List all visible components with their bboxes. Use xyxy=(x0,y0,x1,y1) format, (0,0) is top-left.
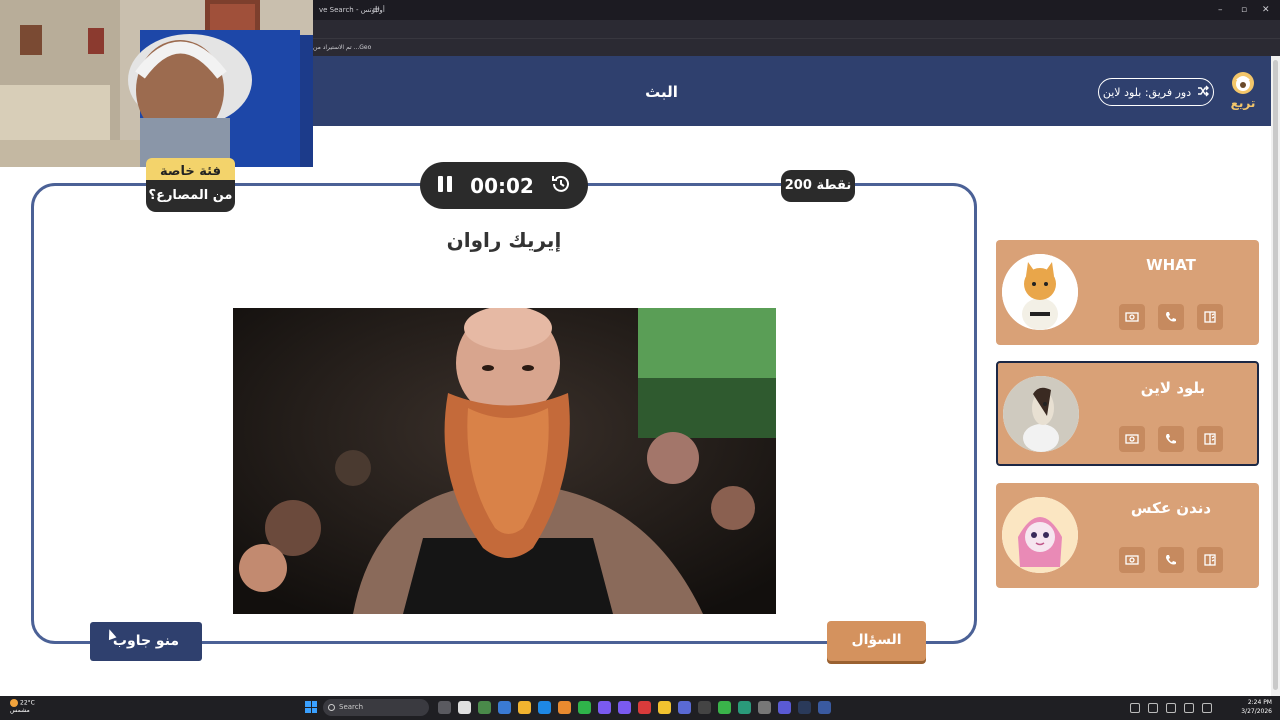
tray-icon[interactable] xyxy=(1130,703,1140,713)
cat-avatar-icon xyxy=(1002,254,1078,330)
app-icon[interactable] xyxy=(558,701,571,714)
shuffle-icon xyxy=(1197,85,1210,100)
clock-time: 2:24 PM xyxy=(1247,699,1272,706)
category-label: فئة خاصة xyxy=(146,158,235,180)
windows-start-icon[interactable] xyxy=(305,701,317,713)
phone-lifeline-icon[interactable] xyxy=(1158,547,1184,573)
team-name: بلود لاين xyxy=(1140,379,1206,397)
weather-temp: 22°C xyxy=(20,699,35,707)
app-icon[interactable] xyxy=(498,701,511,714)
app-icon[interactable] xyxy=(738,701,751,714)
webcam-overlay xyxy=(0,0,313,167)
volume-icon[interactable] xyxy=(1184,703,1194,713)
answer-hint-lifeline-icon[interactable] xyxy=(1197,547,1223,573)
double-points-lifeline[interactable] xyxy=(1119,547,1145,573)
clock[interactable]: 2:24 PM 3/27/2026 xyxy=(1241,698,1272,716)
app-icon[interactable] xyxy=(758,701,771,714)
question-button[interactable]: السؤال xyxy=(827,621,926,661)
app-icon[interactable] xyxy=(458,701,471,714)
app-icon[interactable] xyxy=(598,701,611,714)
sun-icon xyxy=(10,699,18,707)
timer-display: 00:02 xyxy=(470,173,534,198)
double-points-lifeline[interactable] xyxy=(1119,304,1145,330)
discord-icon[interactable] xyxy=(678,701,691,714)
category-question: من المصارع؟ xyxy=(146,180,235,212)
team-card-dandan[interactable]: دندن عكس xyxy=(996,483,1259,588)
horse-avatar-icon xyxy=(1003,376,1079,452)
team-name: دندن عكس xyxy=(1130,499,1212,517)
clock-date: 3/27/2026 xyxy=(1241,708,1272,715)
points-badge: 200 نقطة xyxy=(781,170,855,202)
weather-desc: مشمس xyxy=(10,707,30,714)
edge-icon[interactable] xyxy=(538,701,551,714)
windows-taskbar: 22°C مشمس Search 2:24 PM 3/27/2026 xyxy=(0,696,1280,720)
battery-icon[interactable] xyxy=(1202,703,1212,713)
phone-lifeline-icon[interactable] xyxy=(1158,304,1184,330)
whatsapp-icon[interactable] xyxy=(578,701,591,714)
app-icon[interactable] xyxy=(778,701,791,714)
scrollbar-thumb[interactable] xyxy=(1273,60,1278,690)
team-name: WHAT xyxy=(1146,256,1196,274)
answer-hint-lifeline-icon[interactable] xyxy=(1197,426,1223,452)
chrome-icon[interactable] xyxy=(658,701,671,714)
team-card-what[interactable]: WHAT xyxy=(996,240,1259,345)
search-label: Search xyxy=(339,703,364,711)
category-badge: فئة خاصة من المصارع؟ xyxy=(146,158,235,212)
team-card-bloodline[interactable]: بلود لاين xyxy=(996,361,1259,466)
pause-icon[interactable] xyxy=(436,175,454,197)
minimize-button[interactable]: – xyxy=(1218,2,1223,18)
team-turn-button[interactable]: دور فريق: بلود لاين xyxy=(1098,78,1214,106)
app-icon[interactable] xyxy=(818,701,831,714)
pink-cat-avatar-icon xyxy=(1002,497,1078,573)
page-title: البث xyxy=(645,83,678,101)
search-icon xyxy=(328,704,335,711)
timer-bar: 00:02 xyxy=(420,162,588,209)
app-icon[interactable] xyxy=(618,701,631,714)
close-window-button[interactable]: ✕ xyxy=(1262,2,1270,18)
history-reset-icon[interactable] xyxy=(550,173,572,199)
weather-widget[interactable]: 22°C مشمس xyxy=(10,699,35,714)
app-icon[interactable] xyxy=(718,701,731,714)
logo-text: تريع xyxy=(1230,96,1256,110)
who-answered-button[interactable]: منو جاوب xyxy=(90,622,202,661)
wifi-icon[interactable] xyxy=(1166,703,1176,713)
bookmark-item[interactable]: تم الاستيراد من ...Geo xyxy=(313,39,371,57)
brave-icon[interactable] xyxy=(638,701,651,714)
app-icon[interactable] xyxy=(698,701,711,714)
new-tab-button[interactable]: + xyxy=(372,2,380,18)
turn-button-label: دور فريق: بلود لاين xyxy=(1102,85,1192,99)
taskbar-search[interactable]: Search xyxy=(323,699,429,716)
app-icon[interactable] xyxy=(478,701,491,714)
phone-lifeline-icon[interactable] xyxy=(1158,426,1184,452)
answer-title: إيريك راوان xyxy=(446,228,562,252)
tray-icon[interactable] xyxy=(1148,703,1158,713)
maximize-button[interactable]: ▫ xyxy=(1241,2,1247,18)
answer-hint-lifeline-icon[interactable] xyxy=(1197,304,1223,330)
steam-icon[interactable] xyxy=(798,701,811,714)
task-view-icon[interactable] xyxy=(438,701,451,714)
question-image xyxy=(233,308,776,614)
file-explorer-icon[interactable] xyxy=(518,701,531,714)
double-points-lifeline[interactable] xyxy=(1119,426,1145,452)
